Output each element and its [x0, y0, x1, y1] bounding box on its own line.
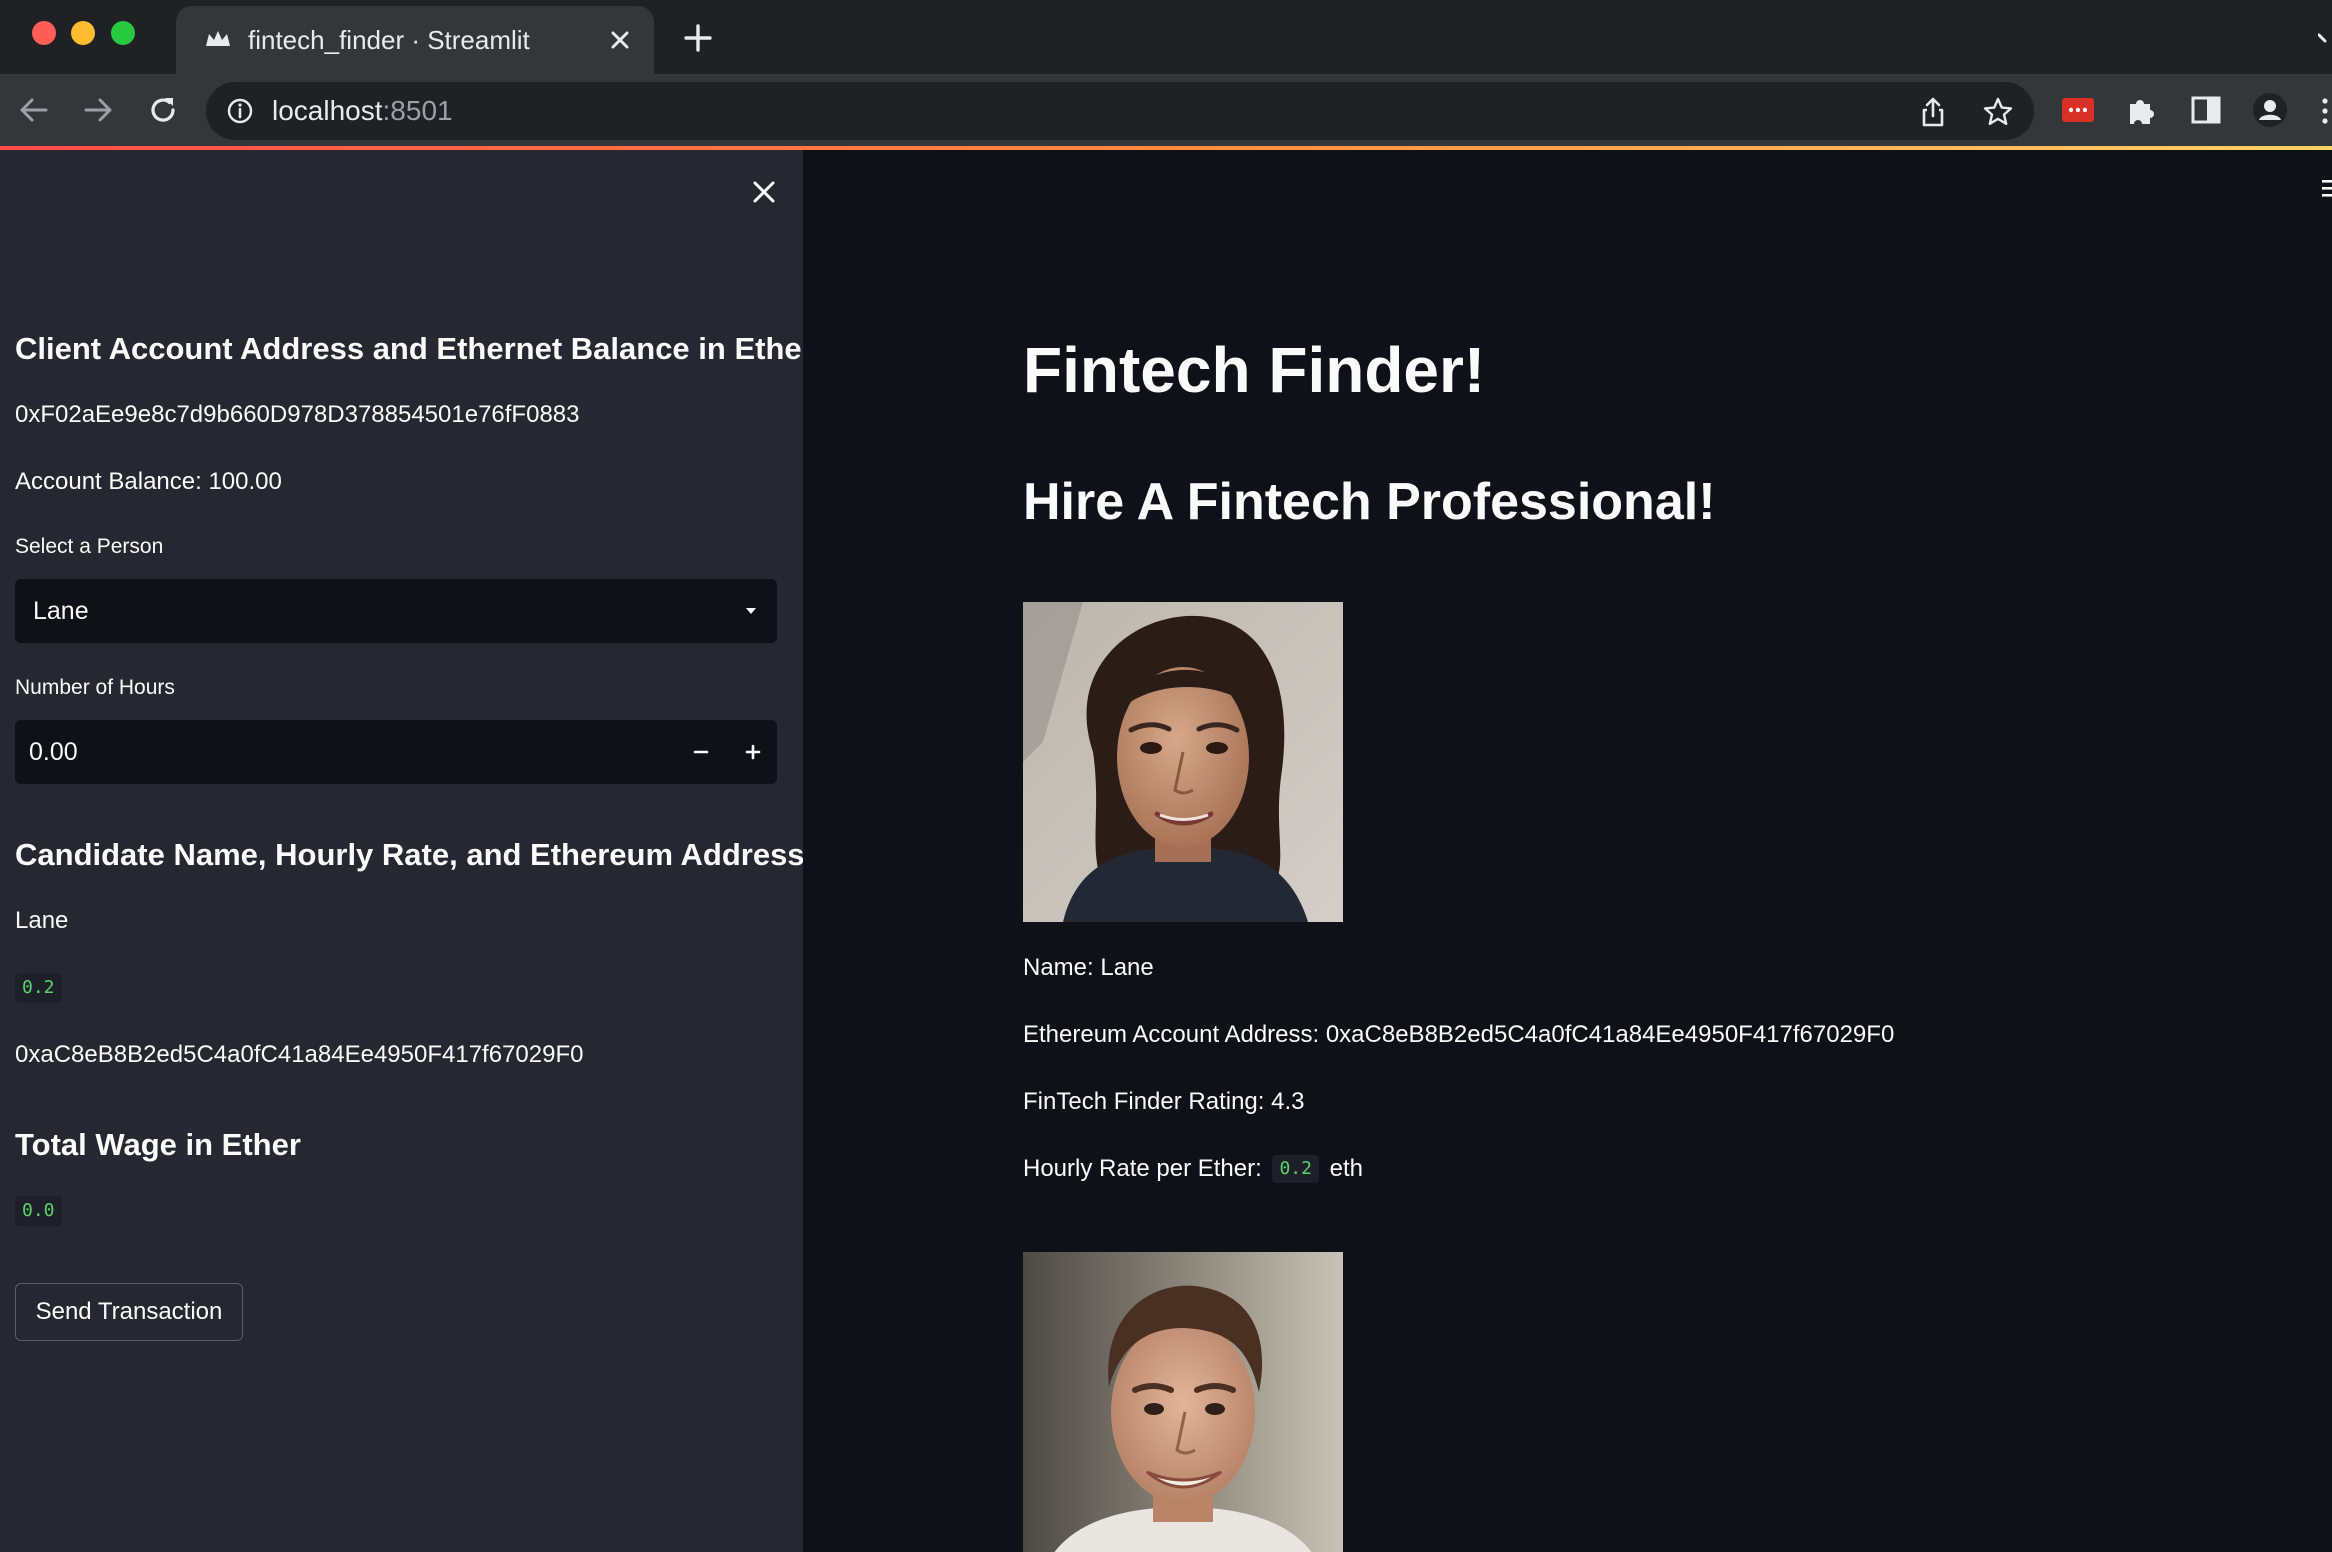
share-icon[interactable] — [1918, 96, 1948, 128]
tab-title: fintech_finder · Streamlit — [248, 25, 530, 55]
close-icon[interactable] — [606, 26, 634, 54]
extension-red-icon[interactable] — [2060, 92, 2096, 128]
select-person-value: Lane — [33, 597, 89, 625]
hours-label: Number of Hours — [15, 676, 175, 699]
send-transaction-button[interactable]: Send Transaction — [15, 1283, 243, 1341]
chevron-down-icon[interactable] — [2318, 28, 2332, 48]
candidate-name: Lane — [15, 907, 69, 934]
window-zoom-button[interactable] — [111, 21, 135, 45]
candidate-photo-lane — [1023, 602, 1343, 922]
url-host: localhost — [272, 95, 383, 126]
candidate-address-line: Ethereum Account Address: 0xaC8eB8B2ed5C… — [1023, 1021, 1895, 1048]
close-icon[interactable] — [748, 176, 780, 208]
kebab-menu-icon[interactable] — [2318, 96, 2332, 126]
browser-toolbar: localhost:8501 — [0, 74, 2332, 148]
candidate-rate-line: Hourly Rate per Ether: 0.2 eth — [1023, 1153, 1363, 1185]
client-account-heading: Client Account Address and Ethernet Bala… — [15, 331, 814, 366]
client-address: 0xF02aEe9e8c7d9b660D978D378854501e76fF08… — [15, 401, 580, 428]
total-wage-heading: Total Wage in Ether — [15, 1127, 301, 1162]
back-arrow-icon[interactable] — [16, 92, 52, 128]
rate-suffix: eth — [1329, 1155, 1364, 1182]
candidate-heading: Candidate Name, Hourly Rate, and Ethereu… — [15, 837, 805, 872]
browser-tab-active[interactable]: fintech_finder · Streamlit — [176, 6, 654, 74]
candidate-rate-code: 0.2 — [15, 973, 62, 1003]
address-bar[interactable]: localhost:8501 — [206, 82, 2034, 140]
side-panel-icon[interactable] — [2188, 92, 2224, 128]
candidate-photo-next — [1023, 1252, 1343, 1552]
hours-number-input[interactable]: 0.00 — [15, 720, 777, 784]
url-text[interactable]: localhost:8501 — [272, 93, 453, 129]
page-title: Fintech Finder! — [1023, 334, 1486, 406]
plus-icon[interactable] — [682, 22, 714, 54]
kebab-menu-icon[interactable] — [2322, 178, 2332, 200]
minus-icon[interactable] — [685, 736, 717, 768]
info-icon[interactable] — [226, 97, 254, 125]
forward-arrow-icon[interactable] — [80, 92, 116, 128]
candidate-rating-line: FinTech Finder Rating: 4.3 — [1023, 1088, 1305, 1115]
reload-icon[interactable] — [145, 92, 181, 128]
rate-prefix: Hourly Rate per Ether: — [1023, 1155, 1262, 1182]
hours-value[interactable]: 0.00 — [29, 736, 78, 768]
url-port: :8501 — [382, 95, 453, 126]
puzzle-icon[interactable] — [2124, 92, 2160, 128]
browser-tab-strip: fintech_finder · Streamlit — [0, 0, 2332, 74]
portrait-image — [1023, 602, 1343, 922]
window-close-button[interactable] — [32, 21, 56, 45]
streamlit-crown-icon — [206, 31, 230, 46]
profile-icon[interactable] — [2252, 92, 2288, 128]
select-person-label: Select a Person — [15, 535, 164, 558]
sidebar: Client Account Address and Ethernet Bala… — [0, 150, 814, 1552]
portrait-image — [1023, 1252, 1343, 1552]
window-minimize-button[interactable] — [71, 21, 95, 45]
star-icon[interactable] — [1982, 96, 2014, 128]
select-person-dropdown[interactable]: Lane — [15, 579, 777, 643]
candidate-name-line: Name: Lane — [1023, 954, 1154, 981]
chevron-down-icon — [746, 608, 756, 614]
total-wage-code: 0.0 — [15, 1196, 62, 1226]
plus-icon[interactable] — [737, 736, 769, 768]
account-balance: Account Balance: 100.00 — [15, 468, 282, 495]
rate-code: 0.2 — [1272, 1155, 1319, 1183]
candidate-address: 0xaC8eB8B2ed5C4a0fC41a84Ee4950F417f67029… — [15, 1041, 584, 1068]
main-content: Fintech Finder! Hire A Fintech Professio… — [803, 150, 2332, 1552]
page-subtitle: Hire A Fintech Professional! — [1023, 473, 1716, 531]
